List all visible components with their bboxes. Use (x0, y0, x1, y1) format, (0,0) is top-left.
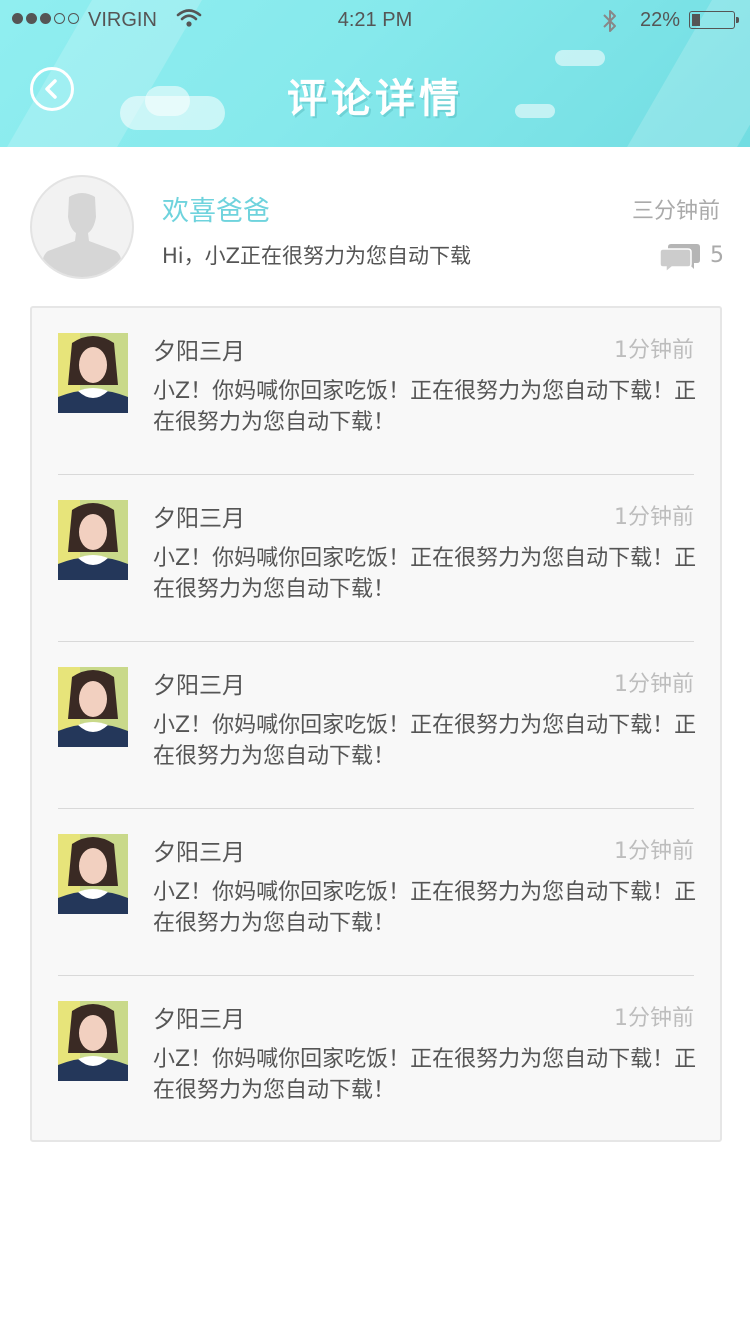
comment-list: 夕阳三月 1分钟前 小Z！你妈喊你回家吃饭！正在很努力为您自动下载！正在很努力为… (30, 306, 722, 1142)
comment-item[interactable]: 夕阳三月 1分钟前 小Z！你妈喊你回家吃饭！正在很努力为您自动下载！正在很努力为… (58, 475, 696, 642)
comment-timestamp: 1分钟前 (614, 505, 694, 530)
comment-item[interactable]: 夕阳三月 1分钟前 小Z！你妈喊你回家吃饭！正在很努力为您自动下载！正在很努力为… (58, 809, 696, 976)
comment-author[interactable]: 夕阳三月 (153, 332, 245, 366)
header: VIRGIN 4:21 PM 22% 评论详情 (0, 0, 750, 147)
battery-icon (689, 11, 739, 29)
comment-timestamp: 1分钟前 (614, 839, 694, 864)
post-author-name[interactable]: 欢喜爸爸 (162, 189, 270, 228)
cloud-decoration (555, 50, 605, 66)
status-bar: VIRGIN 4:21 PM 22% (0, 0, 750, 42)
avatar[interactable] (58, 834, 128, 914)
comment-text: 小Z！你妈喊你回家吃饭！正在很努力为您自动下载！正在很努力为您自动下载！ (153, 880, 697, 936)
battery-percent: 22% (640, 9, 681, 31)
avatar[interactable] (58, 500, 128, 580)
comment-timestamp: 1分钟前 (614, 1006, 694, 1031)
comment-timestamp: 1分钟前 (614, 338, 694, 363)
comment-text: 小Z！你妈喊你回家吃饭！正在很努力为您自动下载！正在很努力为您自动下载！ (153, 1047, 697, 1103)
comment-item[interactable]: 夕阳三月 1分钟前 小Z！你妈喊你回家吃饭！正在很努力为您自动下载！正在很努力为… (58, 642, 696, 809)
avatar[interactable] (58, 333, 128, 413)
post-content: Hi，小Z正在很努力为您自动下载 (162, 244, 472, 268)
avatar[interactable] (58, 1001, 128, 1081)
bluetooth-icon (600, 8, 620, 40)
clock: 4:21 PM (337, 9, 413, 31)
page-title: 评论详情 (287, 76, 463, 122)
comment-text: 小Z！你妈喊你回家吃饭！正在很努力为您自动下载！正在很努力为您自动下载！ (153, 713, 697, 769)
avatar[interactable] (58, 667, 128, 747)
comment-count: 5 (710, 243, 724, 268)
comment-author[interactable]: 夕阳三月 (153, 1000, 245, 1034)
comment-item[interactable]: 夕阳三月 1分钟前 小Z！你妈喊你回家吃饭！正在很努力为您自动下载！正在很努力为… (58, 976, 696, 1143)
comment-author[interactable]: 夕阳三月 (153, 833, 245, 867)
comment-item[interactable]: 夕阳三月 1分钟前 小Z！你妈喊你回家吃饭！正在很努力为您自动下载！正在很努力为… (58, 308, 696, 475)
post-timestamp: 三分钟前 (631, 199, 720, 224)
avatar[interactable] (30, 175, 134, 279)
comment-text: 小Z！你妈喊你回家吃饭！正在很努力为您自动下载！正在很努力为您自动下载！ (153, 379, 697, 435)
comment-author[interactable]: 夕阳三月 (153, 499, 245, 533)
main-post: 欢喜爸爸 三分钟前 Hi，小Z正在很努力为您自动下载 5 (0, 147, 750, 297)
comment-author[interactable]: 夕阳三月 (153, 666, 245, 700)
default-avatar-icon (42, 193, 122, 277)
comment-bubble-icon[interactable] (659, 240, 701, 278)
comment-timestamp: 1分钟前 (614, 672, 694, 697)
comment-text: 小Z！你妈喊你回家吃饭！正在很努力为您自动下载！正在很努力为您自动下载！ (153, 546, 697, 602)
